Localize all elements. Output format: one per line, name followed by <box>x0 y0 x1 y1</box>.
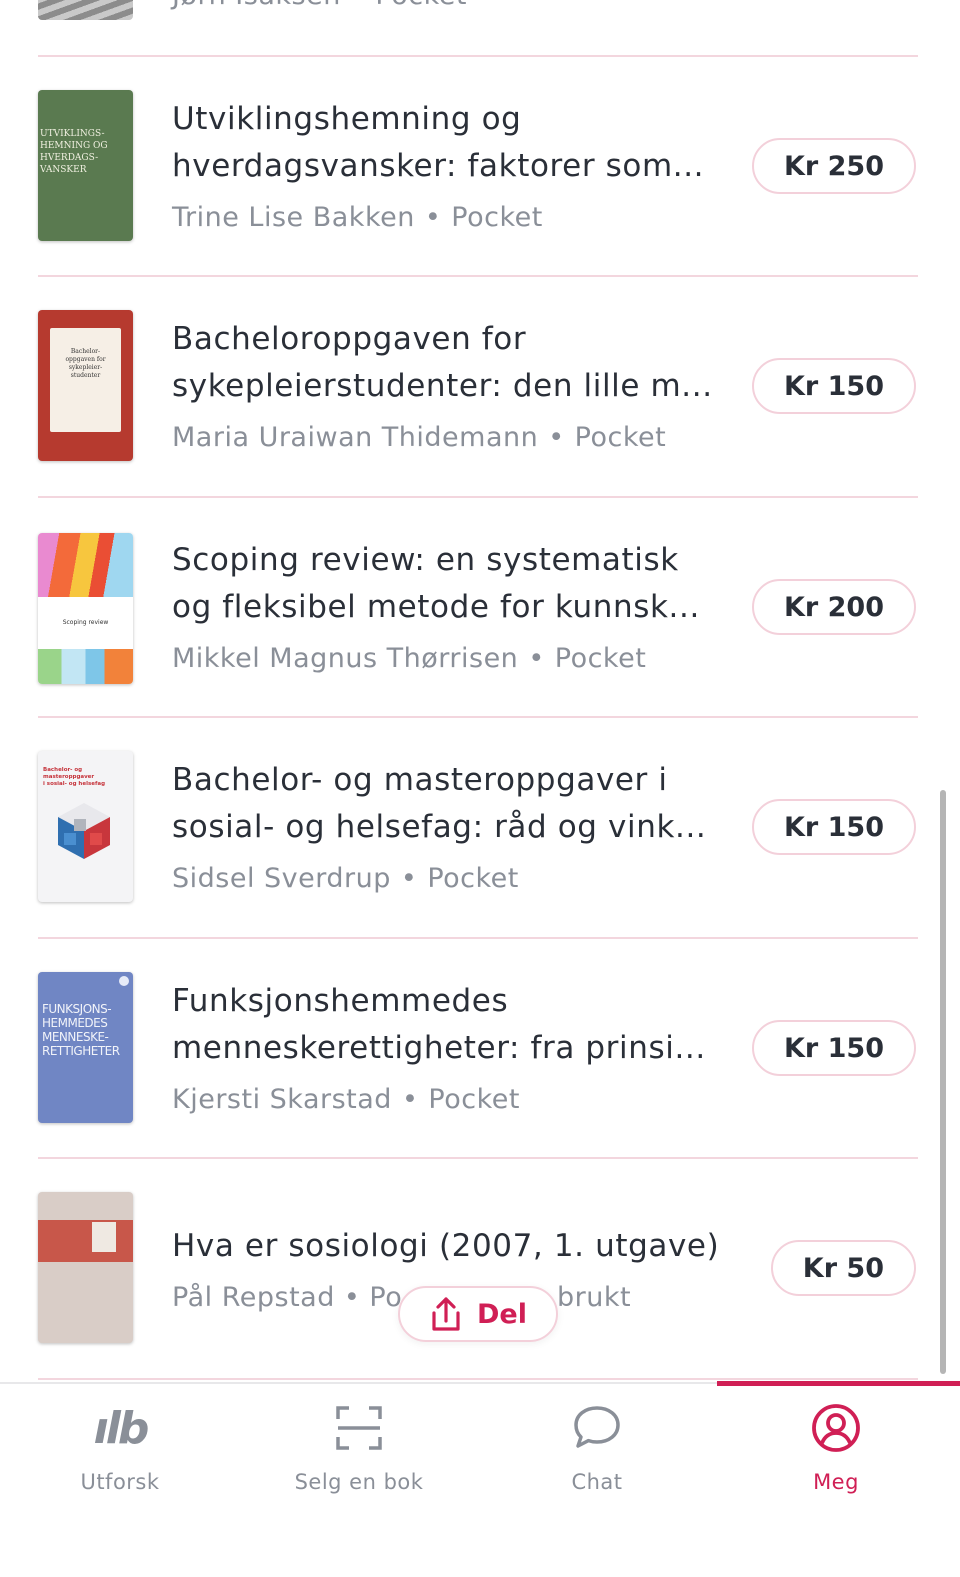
book-meta: Kjersti Skarstad • Pocket <box>172 1084 520 1115</box>
share-button[interactable]: Del <box>398 1286 558 1342</box>
book-title: Bachelor- og masteroppgaver i sosial- og… <box>172 762 707 845</box>
book-author: Mikkel Magnus Thørrisen <box>172 643 519 674</box>
divider <box>38 1378 918 1380</box>
book-title: Bacheloroppgaven for sykepleierstudenter… <box>172 321 713 404</box>
price-badge[interactable]: Kr 50 <box>770 1240 916 1296</box>
price-badge[interactable]: Kr 250 <box>752 138 916 194</box>
share-icon <box>432 1297 460 1331</box>
book-title: Hva er sosiologi (2007, 1. utgave) <box>172 1228 720 1264</box>
book-cover: UTVIKLINGS- HEMNING OG HVERDAGS- VANSKER <box>38 90 133 241</box>
book-meta: Sidsel Sverdrup • Pocket <box>172 863 519 894</box>
price-badge[interactable]: Kr 200 <box>752 579 916 635</box>
book-author: Trine Lise Bakken <box>172 202 415 233</box>
list-item[interactable]: UTVIKLINGS- HEMNING OG HVERDAGS- VANSKER… <box>0 56 960 276</box>
list-item[interactable]: Bachelor- og masteroppgaver i sosial- og… <box>0 717 960 937</box>
price-badge[interactable]: Kr 150 <box>752 799 916 855</box>
cover-text: FUNKSJONS- HEMMEDES MENNESKE- RETTIGHETE… <box>42 1002 120 1058</box>
bottom-nav: ılb Utforsk Selg en bok Chat Meg <box>0 1381 960 1577</box>
book-author: Maria Uraiwan Thidemann <box>172 422 539 453</box>
book-format: Pocket <box>428 1084 520 1115</box>
list-item[interactable]: Bachelor- oppgaven for sykepleier- stude… <box>0 276 960 496</box>
book-author: Sidsel Sverdrup <box>172 863 391 894</box>
book-author: Kjersti Skarstad <box>172 1084 392 1115</box>
book-cover: Scoping review <box>38 533 133 684</box>
book-meta-left: Pål Repstad • Po <box>172 1282 403 1313</box>
profile-icon <box>811 1402 861 1454</box>
book-cover <box>38 0 133 20</box>
scan-icon <box>335 1402 383 1454</box>
cover-text: Scoping review <box>62 619 109 626</box>
book-meta: Jørn Isaksen • Pocket <box>172 0 467 11</box>
book-cover: FUNKSJONS- HEMMEDES MENNESKE- RETTIGHETE… <box>38 972 133 1123</box>
cover-text: Bachelor- og masteroppgaver i sosial- og… <box>43 767 106 787</box>
book-title: Utviklingshemning og hverdagsvansker: fa… <box>172 101 705 184</box>
tab-selg-en-bok[interactable]: Selg en bok <box>239 1384 479 1504</box>
logo-icon: ılb <box>93 1402 150 1454</box>
book-meta-right: brukt <box>557 1282 632 1313</box>
book-format: Pocket <box>574 422 667 453</box>
book-meta: Mikkel Magnus Thørrisen • Pocket <box>172 643 647 674</box>
book-format: Pocket <box>427 863 519 894</box>
book-cover: Bachelor- og masteroppgaver i sosial- og… <box>38 751 133 902</box>
book-title: Funksjonshemmedes menneskerettigheter: f… <box>172 983 706 1066</box>
tab-utforsk[interactable]: ılb Utforsk <box>0 1384 240 1504</box>
share-label: Del <box>477 1298 527 1330</box>
list-item-partial[interactable]: Jørn Isaksen • Pocket <box>0 0 960 56</box>
book-format: Pocket <box>554 643 647 674</box>
list-item[interactable]: Scoping review Scoping review: en system… <box>0 497 960 717</box>
chat-bubble-icon <box>572 1402 622 1454</box>
scrollbar[interactable] <box>940 790 946 1374</box>
book-meta: Pål Repstad • Po <box>172 1282 402 1313</box>
book-cover <box>38 1192 133 1343</box>
list-item[interactable]: Hva er sosiologi (2007, 1. utgave) Pål R… <box>0 1158 960 1378</box>
book-cover: Bachelor- oppgaven for sykepleier- stude… <box>38 310 133 461</box>
author-photo <box>92 1222 116 1252</box>
cover-text: Bachelor- oppgaven for sykepleier- stude… <box>65 348 106 379</box>
price-badge[interactable]: Kr 150 <box>752 1020 916 1076</box>
book-meta: Maria Uraiwan Thidemann • Pocket <box>172 422 667 453</box>
tab-meg[interactable]: Meg <box>716 1384 956 1504</box>
list-item[interactable]: FUNKSJONS- HEMMEDES MENNESKE- RETTIGHETE… <box>0 938 960 1158</box>
cube-illustration <box>58 803 110 859</box>
cover-text: UTVIKLINGS- HEMNING OG HVERDAGS- VANSKER <box>40 129 108 175</box>
book-format: Pocket <box>451 202 543 233</box>
tab-chat[interactable]: Chat <box>477 1384 717 1504</box>
book-meta: Trine Lise Bakken • Pocket <box>172 202 543 233</box>
price-badge[interactable]: Kr 150 <box>752 358 916 414</box>
book-title: Scoping review: en systematisk og fleksi… <box>172 542 700 625</box>
